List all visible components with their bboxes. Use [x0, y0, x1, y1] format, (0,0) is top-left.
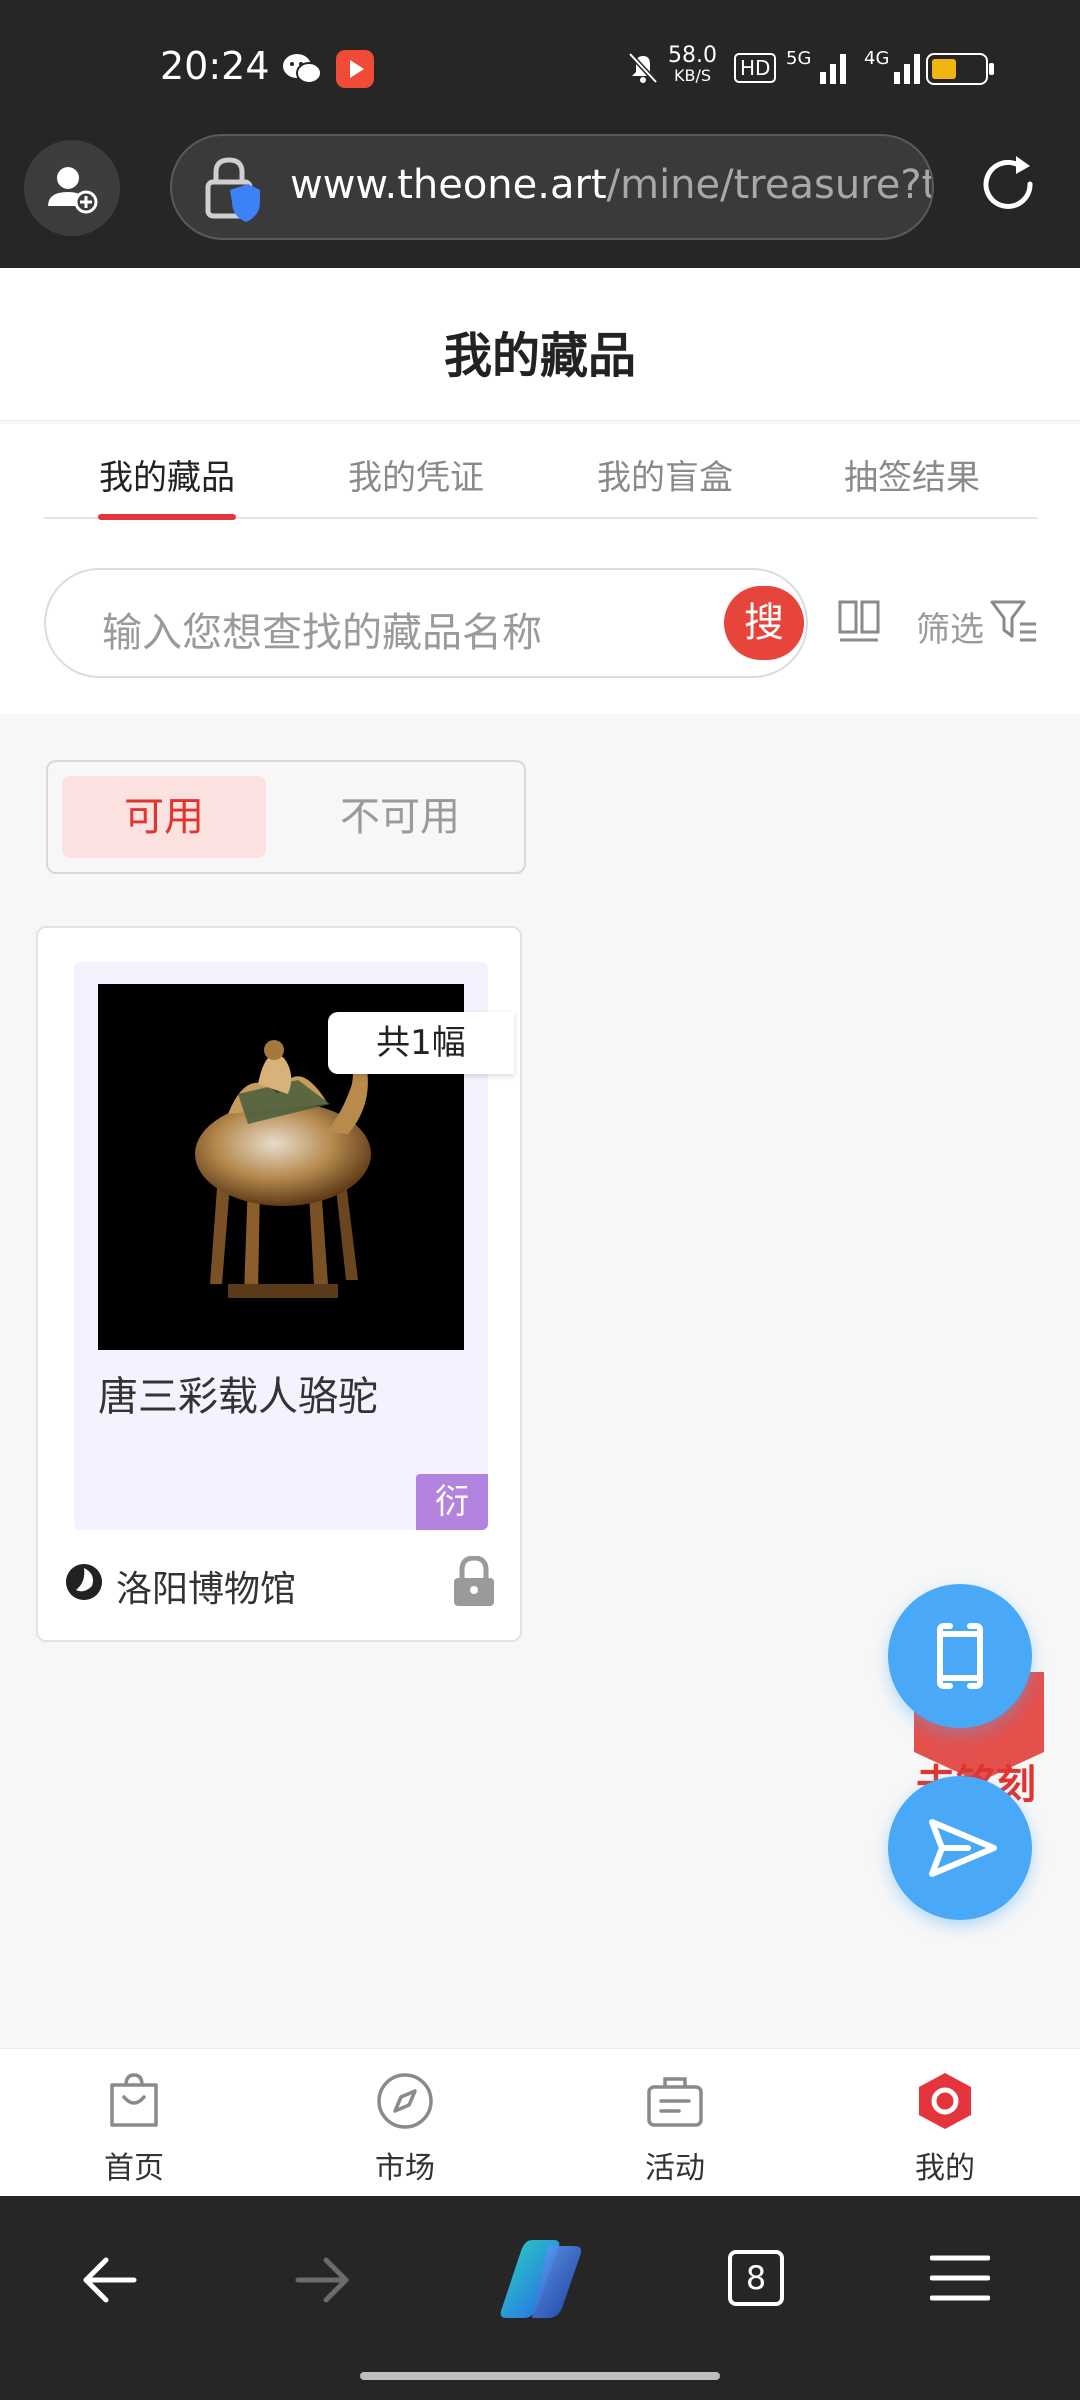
compass-icon — [377, 2073, 433, 2129]
scan-frame-icon — [937, 1623, 983, 1689]
collection-name: 唐三彩载人骆驼 — [98, 1374, 378, 1420]
filter-icon[interactable] — [990, 598, 1040, 644]
signal-4g-icon: 4G — [864, 48, 930, 88]
status-time: 20:24 — [160, 44, 270, 88]
search-button[interactable]: 搜 — [724, 586, 804, 660]
add-user-icon — [48, 167, 98, 214]
speed-value: 58.0 — [668, 43, 717, 68]
count-tag: 共1幅 — [328, 1012, 514, 1074]
available-button[interactable]: 可用 — [62, 776, 266, 858]
signal-5g-icon: 5G — [786, 48, 852, 88]
hamburger-menu-icon — [929, 2255, 991, 2301]
copilot-button[interactable] — [492, 2230, 588, 2326]
museum-name: 洛阳博物馆 — [116, 1569, 297, 1610]
home-indicator[interactable] — [360, 2372, 720, 2380]
unavailable-button[interactable]: 不可用 — [298, 776, 502, 858]
nav-mine[interactable]: 我的 — [855, 2071, 1035, 2187]
copilot-icon — [500, 2240, 582, 2318]
bag-icon — [110, 2073, 158, 2127]
browser-profile-button[interactable] — [24, 140, 120, 236]
tab-switcher-button[interactable]: 8 — [728, 2250, 784, 2306]
nav-market[interactable]: 市场 — [315, 2071, 495, 2187]
reload-button[interactable] — [972, 150, 1044, 222]
video-app-icon — [336, 50, 374, 88]
search-input[interactable]: 输入您想查找的藏品名称 — [44, 568, 808, 678]
museum-logo — [66, 1564, 102, 1600]
layout-toggle-button[interactable] — [838, 600, 882, 644]
nav-home-label: 首页 — [104, 2151, 164, 2186]
url-bar[interactable]: www.theone.art/mine/treasure?tc — [170, 134, 934, 240]
filter-label[interactable]: 筛选 — [916, 602, 984, 651]
nav-mine-label: 我的 — [915, 2151, 975, 2186]
arrow-left-icon — [83, 2257, 137, 2303]
speed-unit: KB/S — [673, 66, 711, 85]
search-placeholder: 输入您想查找的藏品名称 — [102, 610, 542, 656]
scan-fab-button[interactable] — [888, 1584, 1032, 1728]
network-speed: 58.0 KB/S — [668, 43, 717, 86]
tab-my-blind-boxes[interactable]: 我的盲盒 — [565, 450, 765, 499]
url-text: www.theone.art/mine/treasure?tc — [290, 162, 934, 208]
lock-shield-icon — [205, 157, 260, 222]
battery-icon — [926, 52, 996, 86]
nav-market-label: 市场 — [375, 2151, 435, 2186]
lock-icon — [450, 1555, 498, 1608]
availability-toggle: 可用 不可用 — [46, 760, 526, 874]
send-fab-button[interactable] — [888, 1776, 1032, 1920]
reload-icon — [983, 156, 1033, 209]
nav-activity-label: 活动 — [645, 2151, 705, 2186]
hd-label: HD — [734, 53, 777, 83]
menu-button[interactable] — [929, 2252, 991, 2304]
tab-lottery-results[interactable]: 抽签结果 — [812, 450, 1012, 499]
hd-badge: HD — [734, 53, 777, 83]
page-title: 我的藏品 — [443, 328, 636, 384]
bottom-nav: 首页 市场 活动 我的 — [0, 2048, 1080, 2197]
send-icon — [929, 1819, 997, 1877]
arrow-right-icon — [295, 2257, 349, 2303]
tab-my-vouchers[interactable]: 我的凭证 — [316, 450, 516, 499]
wechat-icon — [282, 52, 322, 86]
url-path: /mine/treasure?tc — [606, 162, 934, 208]
page-header: 我的藏品 — [0, 268, 1080, 421]
collection-card[interactable]: 唐三彩载人骆驼 衍 共1幅 洛阳博物馆 — [36, 926, 522, 1642]
mute-icon — [626, 50, 660, 86]
tab-my-collection[interactable]: 我的藏品 — [67, 450, 267, 499]
active-tab-indicator — [98, 514, 236, 520]
profile-hex-icon — [919, 2073, 971, 2129]
back-button[interactable] — [78, 2254, 140, 2306]
url-host: www.theone.art — [290, 162, 607, 208]
nav-activity[interactable]: 活动 — [585, 2071, 765, 2187]
browser-bottom-bar: 8 — [0, 2196, 1080, 2400]
briefcase-icon — [647, 2077, 703, 2127]
derivative-badge: 衍 — [416, 1474, 488, 1530]
two-column-icon — [838, 600, 880, 642]
forward-button[interactable] — [292, 2254, 354, 2306]
nav-home[interactable]: 首页 — [44, 2071, 224, 2187]
